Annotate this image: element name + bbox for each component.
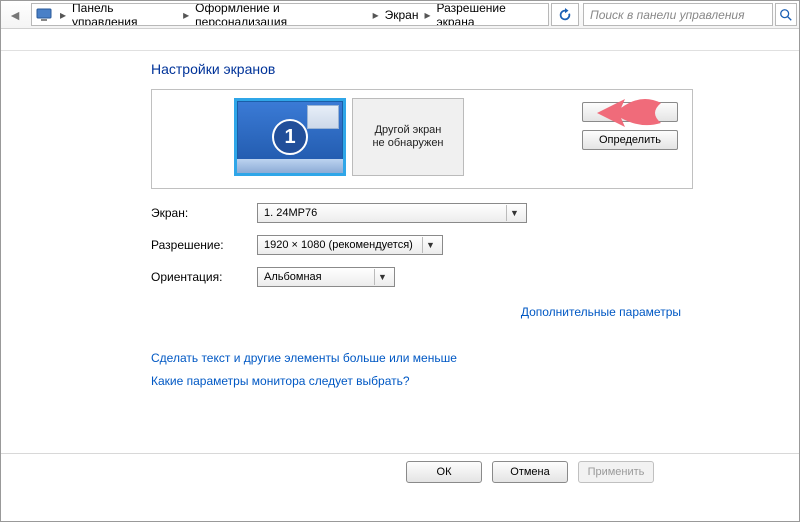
monitor-thumb-2[interactable]: Другой экран не обнаружен [352, 98, 464, 176]
monitor-thumb-taskbar [237, 159, 343, 173]
chevron-right-icon: ▸ [56, 8, 70, 22]
screen-label: Экран: [151, 206, 257, 220]
chevron-down-icon: ▼ [374, 269, 390, 285]
toolbar-blank [1, 29, 799, 51]
search-placeholder: Поиск в панели управления [590, 8, 745, 22]
screen-value: 1. 24MP76 [264, 207, 506, 219]
resolution-label: Разрешение: [151, 238, 257, 252]
detect-button[interactable]: Определить [582, 130, 678, 150]
ok-button[interactable]: ОК [406, 461, 482, 483]
breadcrumb-item[interactable]: Экран [383, 8, 421, 22]
resolution-value: 1920 × 1080 (рекомендуется) [264, 239, 422, 251]
back-button[interactable]: ◄ [1, 1, 29, 28]
text-size-link[interactable]: Сделать текст и другие элементы больше и… [151, 351, 457, 365]
orientation-label: Ориентация: [151, 270, 257, 284]
resolution-dropdown[interactable]: 1920 × 1080 (рекомендуется) ▼ [257, 235, 443, 255]
search-button[interactable] [775, 3, 797, 26]
advanced-settings-link[interactable]: Дополнительные параметры [521, 305, 681, 319]
breadcrumb[interactable]: ▸ Панель управления ▸ Оформление и персо… [31, 3, 549, 26]
address-bar: ◄ ▸ Панель управления ▸ Оформление и пер… [1, 1, 799, 29]
monitor-icon [36, 7, 52, 23]
orientation-value: Альбомная [264, 271, 374, 283]
page-heading: Настройки экранов [151, 61, 799, 77]
cancel-button[interactable]: Отмена [492, 461, 568, 483]
screen-dropdown[interactable]: 1. 24MP76 ▼ [257, 203, 527, 223]
breadcrumb-item[interactable]: Разрешение экрана [434, 3, 544, 26]
find-button[interactable]: Найти [582, 102, 678, 122]
dialog-button-row: ОК Отмена Применить [1, 461, 799, 483]
monitor-thumb-window [307, 105, 339, 129]
chevron-right-icon: ▸ [369, 8, 383, 22]
separator [1, 453, 799, 454]
monitor2-text-line2: не обнаружен [372, 137, 443, 150]
search-input[interactable]: Поиск в панели управления [583, 3, 773, 26]
settings-form: Экран: 1. 24MP76 ▼ Разрешение: 1920 × 10… [151, 203, 691, 287]
chevron-down-icon: ▼ [422, 237, 438, 253]
monitor2-text-line1: Другой экран [375, 124, 442, 137]
chevron-right-icon: ▸ [179, 8, 193, 22]
display-preview-panel: 1 Другой экран не обнаружен Найти Опреде… [151, 89, 693, 189]
monitor-thumb-1[interactable]: 1 [234, 98, 346, 176]
main-content: Настройки экранов 1 Другой экран не обна… [1, 51, 799, 393]
breadcrumb-item[interactable]: Оформление и персонализация [193, 3, 368, 26]
breadcrumb-item[interactable]: Панель управления [70, 3, 179, 26]
orientation-dropdown[interactable]: Альбомная ▼ [257, 267, 395, 287]
monitor-number-badge: 1 [272, 119, 308, 155]
which-monitor-link[interactable]: Какие параметры монитора следует выбрать… [151, 374, 410, 388]
refresh-button[interactable] [551, 3, 579, 26]
chevron-down-icon: ▼ [506, 205, 522, 221]
chevron-right-icon: ▸ [420, 8, 434, 22]
apply-button: Применить [578, 461, 654, 483]
